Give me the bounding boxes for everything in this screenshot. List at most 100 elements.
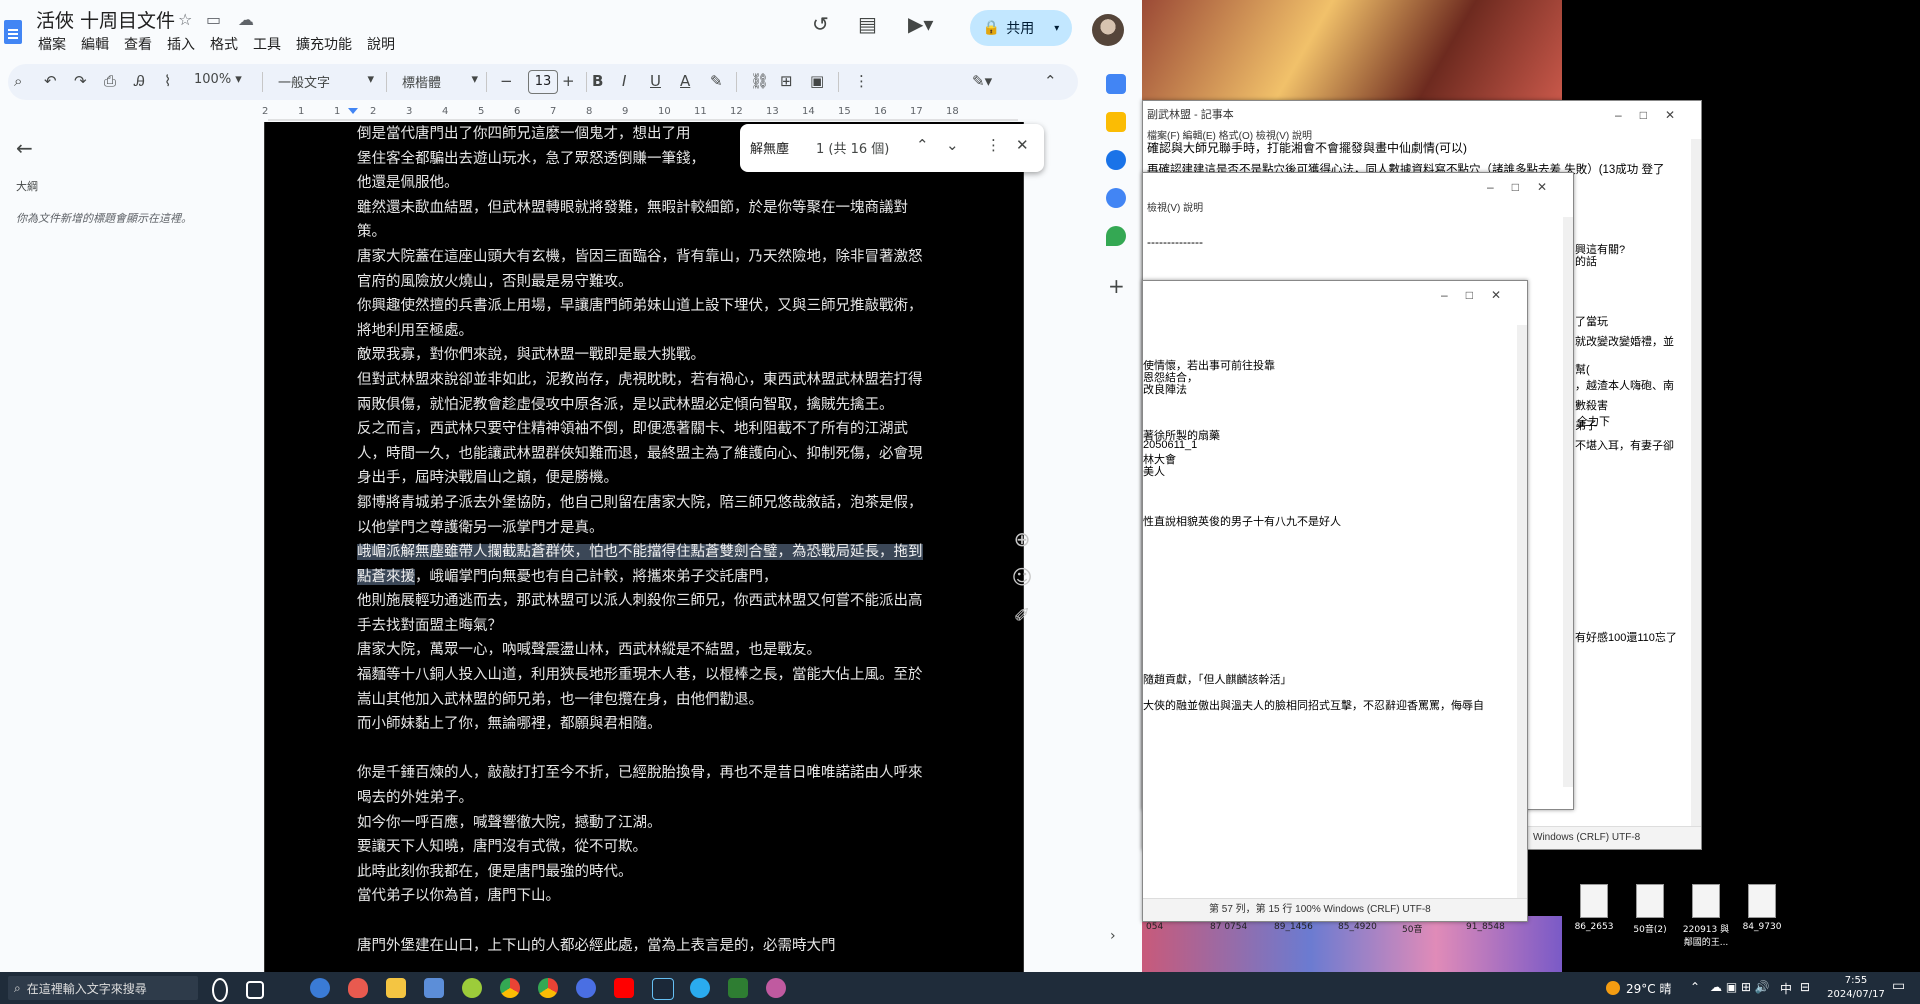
print-icon[interactable]: ⎙: [104, 72, 116, 90]
paragraph[interactable]: 而小師妹黏上了你，無論哪裡，都願與君相隨。: [357, 712, 929, 737]
move-folder-icon[interactable]: ▭: [206, 10, 221, 29]
paragraph[interactable]: 敵眾我寡，對你們來說，與武林盟一戰即是最大挑戰。: [357, 343, 929, 368]
tasks-icon[interactable]: [1106, 150, 1126, 170]
text-color-icon[interactable]: A: [680, 72, 690, 90]
find-next-icon[interactable]: ⌄: [946, 136, 959, 154]
scrollbar[interactable]: [1691, 139, 1701, 827]
scrollbar[interactable]: [1517, 325, 1527, 899]
zoom-select[interactable]: 100% ▾: [194, 72, 242, 87]
app-icon[interactable]: [766, 978, 786, 998]
notepad-menu[interactable]: [1143, 309, 1527, 325]
task-view-icon[interactable]: [246, 981, 264, 999]
cloud-status-icon[interactable]: ☁: [238, 10, 254, 29]
close-icon[interactable]: ✕: [1016, 136, 1029, 154]
app-icon[interactable]: [576, 978, 596, 998]
font-size-input[interactable]: 13: [528, 70, 558, 94]
scrollbar[interactable]: [1563, 217, 1573, 787]
meet-icon[interactable]: ▶▾: [908, 12, 933, 36]
style-select[interactable]: 一般文字 ▾: [278, 72, 374, 91]
clock[interactable]: 7:55 2024/07/17: [1826, 974, 1886, 1002]
find-previous-icon[interactable]: ⌃: [916, 136, 929, 154]
menu-insert[interactable]: 插入: [167, 34, 195, 54]
paragraph[interactable]: 唐門外堡建在山口，上下山的人都必經此處，當為上表言是的，必需時大門: [357, 934, 929, 959]
paragraph[interactable]: 他還是佩服他。: [357, 171, 929, 196]
menu-extensions[interactable]: 擴充功能: [296, 34, 352, 54]
line-icon[interactable]: [462, 978, 482, 998]
insert-image-icon[interactable]: ▣: [810, 72, 824, 90]
menu-file[interactable]: 檔案: [38, 34, 66, 54]
avatar[interactable]: [1092, 14, 1124, 46]
paragraph[interactable]: 要讓天下人知曉，唐門沒有式微，從不可欺。: [357, 835, 929, 860]
notepad-menu[interactable]: 檢視(V) 說明: [1143, 201, 1573, 217]
history-icon[interactable]: ↺: [812, 12, 829, 36]
menu-format[interactable]: 格式: [210, 34, 238, 54]
chrome-icon[interactable]: [538, 978, 558, 998]
youtube-icon[interactable]: [614, 978, 634, 998]
editing-mode-icon[interactable]: ✎▾: [972, 72, 992, 90]
steam-icon[interactable]: [652, 978, 674, 1000]
paragraph[interactable]: 你興趣使然擅的兵書派上用場，早讓唐門師弟妹山道上設下埋伏，又與三師兄推敲戰術，將…: [357, 294, 929, 343]
paragraph[interactable]: 唐家大院，萬眾一心，吶喊聲震盪山林，西武林縱是不結盟，也是戰友。: [357, 638, 929, 663]
empty-paragraph[interactable]: ​: [357, 737, 929, 762]
add-addon-icon[interactable]: +: [1108, 274, 1125, 298]
chrome-icon[interactable]: [500, 978, 520, 998]
find-more-icon[interactable]: ⋮: [986, 136, 1001, 154]
paragraph-with-highlight[interactable]: 峨嵋派解無塵雖帶人攔截點蒼群俠，怕也不能擋得住點蒼雙劍合璧，為恐戰局延長，拖到點…: [357, 540, 929, 589]
paragraph[interactable]: 福麵等十八銅人投入山道，利用狹長地形重現木人巷，以棍棒之長，當能大佔上風。至於嵩…: [357, 663, 929, 712]
weather-text[interactable]: 29°C 晴: [1626, 980, 1671, 997]
back-arrow-icon[interactable]: ←: [16, 136, 33, 160]
paragraph[interactable]: 如今你一呼百應，喊聲響徹大院，撼動了江湖。: [357, 811, 929, 836]
paint-format-icon[interactable]: ⌇: [164, 72, 171, 90]
desktop-file-icon[interactable]: 50音(2): [1624, 884, 1676, 935]
notepad-window-front[interactable]: –□✕ 使情懷，若出事可前往投靠 恩怨結合， 改良陣法 著徐所製的扇藥 2050611_…: [1142, 280, 1528, 922]
window-controls[interactable]: –□✕: [1615, 101, 1693, 129]
cortana-icon[interactable]: [212, 978, 228, 1002]
app-icon[interactable]: [728, 978, 748, 998]
increase-font-icon[interactable]: +: [562, 72, 575, 90]
notepad-app-icon[interactable]: [424, 978, 444, 998]
search-menus-icon[interactable]: ⌕: [14, 72, 22, 90]
share-button[interactable]: 🔒 共用 ▾: [970, 10, 1072, 46]
link-icon[interactable]: ⛓: [750, 72, 769, 90]
document-body[interactable]: 倒是當代唐門出了你四師兄這麼一個鬼才，想出了用 堡住客全都騙出去遊山玩水，急了眾怒…: [357, 122, 929, 958]
telegram-icon[interactable]: [690, 978, 710, 998]
expand-panel-icon[interactable]: ›: [1110, 928, 1116, 944]
menu-help[interactable]: 說明: [367, 34, 395, 54]
paragraph[interactable]: 他則施展輕功通逃而去，那武林盟可以派人刺殺你三師兄，你西武林盟又何嘗不能派出高手…: [357, 589, 929, 638]
docs-logo-icon[interactable]: [4, 20, 22, 44]
paragraph[interactable]: 當代弟子以你為首，唐門下山。: [357, 884, 929, 909]
menu-tools[interactable]: 工具: [253, 34, 281, 54]
notification-icon[interactable]: ▭: [1892, 978, 1905, 994]
add-comment-icon[interactable]: ⊞: [780, 72, 793, 90]
more-icon[interactable]: ⋮: [854, 72, 869, 90]
comments-icon[interactable]: ▤: [858, 12, 877, 36]
keep-icon[interactable]: [1106, 112, 1126, 132]
menu-view[interactable]: 查看: [124, 34, 152, 54]
contacts-icon[interactable]: [1106, 188, 1126, 208]
add-comment-icon[interactable]: ⊕: [1000, 520, 1044, 558]
find-input[interactable]: 解無塵: [750, 138, 789, 157]
undo-icon[interactable]: ↶: [44, 72, 57, 90]
paragraph[interactable]: 反之而言，西武林只要守住精神領袖不倒，即便憑著關卡、地利阻截不了所有的江湖武人，…: [357, 417, 929, 491]
paragraph[interactable]: 但對武林盟來說卻並非如此，泥教尚存，虎視眈眈，若有禍心，東西武林盟武林盟若打得兩…: [357, 368, 929, 417]
paragraph[interactable]: 你是千錘百煉的人，敲敲打打至今不折，已經脫胎換骨，再也不是昔日唯唯諾諾由人呼來喝…: [357, 761, 929, 810]
paragraph[interactable]: 唐家大院蓋在這座山頭大有玄機，皆因三面臨谷，背有靠山，乃天然險地，除非冒著激怒官…: [357, 245, 929, 294]
window-controls[interactable]: –□✕: [1487, 173, 1565, 201]
paragraph[interactable]: 此時此刻你我都在，便是唐門最強的時代。: [357, 860, 929, 885]
paragraph-text[interactable]: ，峨嵋掌門向無憂也有自己計較，將攜來弟子交託唐門，: [415, 569, 778, 585]
ime-indicator[interactable]: 中: [1780, 980, 1792, 997]
bold-icon[interactable]: B: [592, 72, 603, 90]
star-icon[interactable]: ☆: [178, 10, 192, 29]
underline-icon[interactable]: U: [650, 72, 661, 90]
calendar-icon[interactable]: [1106, 74, 1126, 94]
paragraph[interactable]: 雖然還未歃血結盟，但武林盟轉眼就將發難，無暇計較細節，於是你等聚在一塊商議對策。: [357, 196, 929, 245]
empty-paragraph[interactable]: ​: [357, 909, 929, 934]
taskbar-search-box[interactable]: ⌕ 在這裡輸入文字來搜尋: [8, 976, 198, 1000]
desktop-file-icon[interactable]: 86_2653: [1568, 884, 1620, 932]
highlight-icon[interactable]: ✎: [710, 72, 723, 90]
spellcheck-icon[interactable]: Ꭿ: [134, 72, 145, 90]
keyboard-icon[interactable]: ⊟: [1800, 980, 1810, 994]
document-title[interactable]: 活俠 十周目文件: [36, 6, 175, 33]
decrease-font-icon[interactable]: −: [500, 72, 513, 90]
ruler[interactable]: 2 1 1 2 3 4 5 6 7 8 9 10 11 12 13 14 15 16 17 18: [262, 104, 1018, 122]
